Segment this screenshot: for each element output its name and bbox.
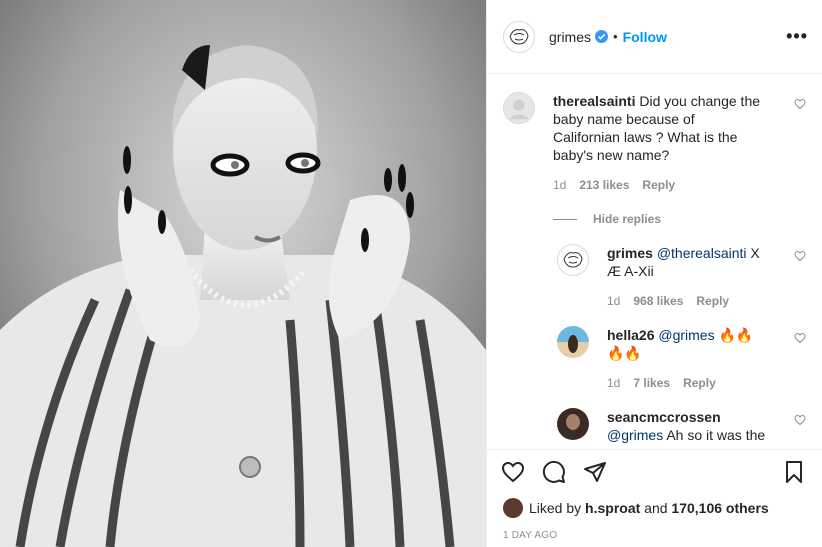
reply-meta: 1d 968 likes Reply xyxy=(607,292,767,310)
hide-replies-line xyxy=(553,218,577,220)
comment-username[interactable]: therealsainti xyxy=(553,93,635,109)
comment-item: therealsainti Did you change the baby na… xyxy=(503,92,806,194)
comment-time[interactable]: 1d xyxy=(553,176,566,194)
replies-list: grimes @therealsainti X Æ A-Xii 1d 968 l… xyxy=(557,244,806,444)
reply-time[interactable]: 1d xyxy=(607,292,620,310)
post-header: grimes • Follow ••• xyxy=(487,0,822,74)
reply-button[interactable]: Reply xyxy=(642,176,675,194)
post-sidebar: grimes • Follow ••• therealsainti Did yo… xyxy=(486,0,822,547)
sketch-avatar-icon xyxy=(559,246,587,274)
post-photo[interactable] xyxy=(0,0,486,547)
reply-like-heart-icon[interactable] xyxy=(794,250,806,262)
bookmark-icon[interactable] xyxy=(782,460,806,484)
hide-replies-toggle[interactable]: Hide replies xyxy=(553,212,806,226)
instagram-post: grimes • Follow ••• therealsainti Did yo… xyxy=(0,0,822,547)
reply-meta: 1d 7 likes Reply xyxy=(607,374,767,392)
author-avatar[interactable] xyxy=(503,20,535,53)
likes-prefix: Liked by xyxy=(529,500,582,516)
liker-username[interactable]: h.sproat xyxy=(585,500,640,516)
comment-likes[interactable]: 213 likes xyxy=(579,176,629,194)
reply-text-block: hella26 @grimes 🔥🔥🔥🔥 xyxy=(607,326,767,362)
reply-avatar[interactable] xyxy=(557,244,589,276)
dark-photo-avatar-icon xyxy=(557,408,589,440)
author-username[interactable]: grimes xyxy=(549,29,591,45)
post-actions-bar xyxy=(487,449,822,493)
reply-button[interactable]: Reply xyxy=(696,292,729,310)
more-options-icon[interactable]: ••• xyxy=(786,26,808,47)
beach-photo-avatar-icon xyxy=(557,326,589,358)
sketch-avatar-icon xyxy=(505,22,533,51)
separator-dot: • xyxy=(613,29,618,44)
follow-button[interactable]: Follow xyxy=(623,29,667,45)
reply-mention[interactable]: @grimes xyxy=(607,427,663,443)
reply-likes[interactable]: 7 likes xyxy=(633,374,670,392)
reply-avatar[interactable] xyxy=(557,326,589,358)
portrait-illustration xyxy=(0,0,486,547)
reply-time[interactable]: 1d xyxy=(607,374,620,392)
default-avatar-icon xyxy=(504,93,534,123)
comment-icon[interactable] xyxy=(542,460,566,484)
reply-body: grimes @therealsainti X Æ A-Xii 1d 968 l… xyxy=(607,244,767,310)
likes-summary: Liked by h.sproat and 170,106 others xyxy=(487,493,822,523)
reply-username[interactable]: grimes xyxy=(607,245,653,261)
reply-text-block: grimes @therealsainti X Æ A-Xii xyxy=(607,244,767,280)
comment-meta: 1d 213 likes Reply xyxy=(553,176,763,194)
share-icon[interactable] xyxy=(583,460,607,484)
liker-avatar[interactable] xyxy=(503,498,523,518)
reply-mention[interactable]: @therealsainti xyxy=(657,245,747,261)
comment-body: therealsainti Did you change the baby na… xyxy=(553,92,763,194)
commenter-avatar[interactable] xyxy=(503,92,535,124)
reply-text-block: seancmccrossen @grimes Ah so it was the xyxy=(607,408,767,444)
reply-button[interactable]: Reply xyxy=(683,374,716,392)
reply-item: grimes @therealsainti X Æ A-Xii 1d 968 l… xyxy=(557,244,806,310)
reply-item: seancmccrossen @grimes Ah so it was the xyxy=(557,408,806,444)
reply-avatar[interactable] xyxy=(557,408,589,440)
reply-body: seancmccrossen @grimes Ah so it was the xyxy=(607,408,767,444)
reply-likes[interactable]: 968 likes xyxy=(633,292,683,310)
reply-username[interactable]: seancmccrossen xyxy=(607,409,721,425)
likes-and: and xyxy=(644,500,668,516)
reply-item: hella26 @grimes 🔥🔥🔥🔥 1d 7 likes Reply xyxy=(557,326,806,392)
comments-section: therealsainti Did you change the baby na… xyxy=(487,74,822,449)
reply-text: Ah so it was the xyxy=(663,427,766,443)
reply-username[interactable]: hella26 xyxy=(607,327,654,343)
reply-mention[interactable]: @grimes xyxy=(658,327,714,343)
comment-text-block: therealsainti Did you change the baby na… xyxy=(553,92,763,164)
post-date[interactable]: 1 DAY AGO xyxy=(487,523,822,547)
comment-like-heart-icon[interactable] xyxy=(794,98,806,110)
hide-replies-label: Hide replies xyxy=(593,212,662,226)
likes-count-link[interactable]: 170,106 others xyxy=(671,500,768,516)
reply-like-heart-icon[interactable] xyxy=(794,414,806,426)
reply-like-heart-icon[interactable] xyxy=(794,332,806,344)
heart-icon[interactable] xyxy=(501,460,525,484)
reply-body: hella26 @grimes 🔥🔥🔥🔥 1d 7 likes Reply xyxy=(607,326,767,392)
verified-badge-icon xyxy=(595,30,609,43)
